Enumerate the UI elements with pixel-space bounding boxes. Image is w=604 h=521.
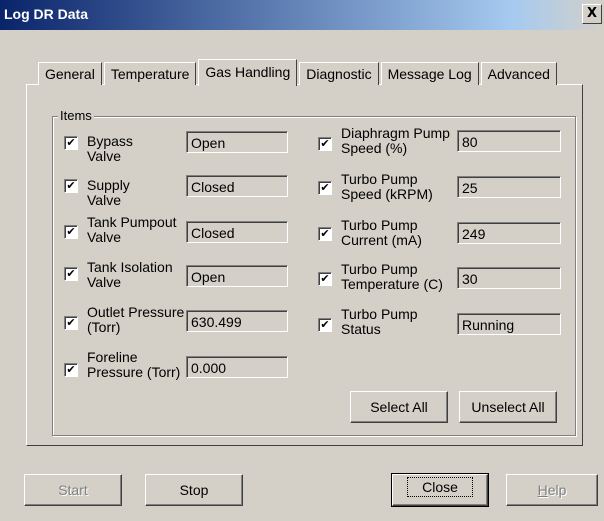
unselect-all-button[interactable]: Unselect All <box>459 391 557 423</box>
tab-message-log[interactable]: Message Log <box>380 62 479 85</box>
start-button[interactable]: Start <box>24 474 122 506</box>
foreline-pressure-checkbox[interactable]: ✔ <box>64 363 78 377</box>
turbo-pump-speed-checkbox[interactable]: ✔ <box>318 181 332 195</box>
tab-general[interactable]: General <box>38 62 102 85</box>
bypass-valve-checkbox[interactable]: ✔ <box>64 136 78 150</box>
turbo-pump-current-value: 249 <box>457 222 561 244</box>
turbo-pump-speed-label: Turbo Pump Speed (kRPM) <box>341 171 433 202</box>
turbo-pump-temperature-checkbox[interactable]: ✔ <box>318 272 332 286</box>
supply-valve-value: Closed <box>186 175 288 197</box>
outlet-pressure-checkbox[interactable]: ✔ <box>64 316 78 330</box>
turbo-pump-speed-value: 25 <box>457 176 561 198</box>
stop-button[interactable]: Stop <box>145 474 243 506</box>
close-window-button[interactable]: X <box>582 4 602 24</box>
foreline-pressure-value: 0.000 <box>186 356 288 378</box>
tank-isolation-valve-value: Open <box>186 265 288 287</box>
tab-diagnostic[interactable]: Diagnostic <box>299 62 379 85</box>
turbo-pump-status-checkbox[interactable]: ✔ <box>318 318 332 332</box>
diaphragm-pump-speed-value: 80 <box>457 130 561 152</box>
help-button[interactable]: Help <box>506 474 598 506</box>
diaphragm-pump-speed-checkbox[interactable]: ✔ <box>318 137 332 151</box>
title-bar[interactable]: Log DR Data X <box>0 0 604 30</box>
turbo-pump-current-checkbox[interactable]: ✔ <box>318 227 332 241</box>
tank-pumpout-valve-value: Closed <box>186 221 288 243</box>
foreline-pressure-label: Foreline Pressure (Torr) <box>87 349 181 380</box>
supply-valve-label: Supply Valve <box>87 177 130 208</box>
turbo-pump-status-value: Running <box>457 313 561 335</box>
outlet-pressure-label: Outlet Pressure (Torr) <box>87 304 185 335</box>
tab-gas-handling[interactable]: Gas Handling <box>198 59 298 86</box>
turbo-pump-temperature-value: 30 <box>457 267 561 289</box>
supply-valve-checkbox[interactable]: ✔ <box>64 179 78 193</box>
diaphragm-pump-speed-label: Diaphragm Pump Speed (%) <box>341 125 450 156</box>
log-dr-data-window: Log DR Data X General Temperature Gas Ha… <box>0 0 604 521</box>
tab-advanced[interactable]: Advanced <box>480 62 557 85</box>
tab-temperature[interactable]: Temperature <box>103 62 197 85</box>
outlet-pressure-value: 630.499 <box>186 310 288 332</box>
turbo-pump-current-label: Turbo Pump Current (mA) <box>341 217 422 248</box>
help-label-rest: elp <box>547 482 567 498</box>
tank-isolation-valve-checkbox[interactable]: ✔ <box>64 267 78 281</box>
window-title: Log DR Data <box>4 6 88 22</box>
close-button[interactable]: Close <box>391 473 489 507</box>
turbo-pump-temperature-label: Turbo Pump Temperature (C) <box>341 261 443 292</box>
close-button-label: Close <box>407 477 473 497</box>
bypass-valve-label: Bypass Valve <box>87 133 133 164</box>
tank-pumpout-valve-label: Tank Pumpout Valve <box>87 214 177 245</box>
tank-isolation-valve-label: Tank Isolation Valve <box>87 259 173 290</box>
help-mnemonic: H <box>537 482 548 498</box>
tab-strip: General Temperature Gas Handling Diagnos… <box>38 58 559 86</box>
select-all-button[interactable]: Select All <box>350 391 448 423</box>
turbo-pump-status-label: Turbo Pump Status <box>341 306 418 337</box>
bypass-valve-value: Open <box>186 131 288 153</box>
items-group-title: Items <box>58 108 94 123</box>
tank-pumpout-valve-checkbox[interactable]: ✔ <box>64 225 78 239</box>
